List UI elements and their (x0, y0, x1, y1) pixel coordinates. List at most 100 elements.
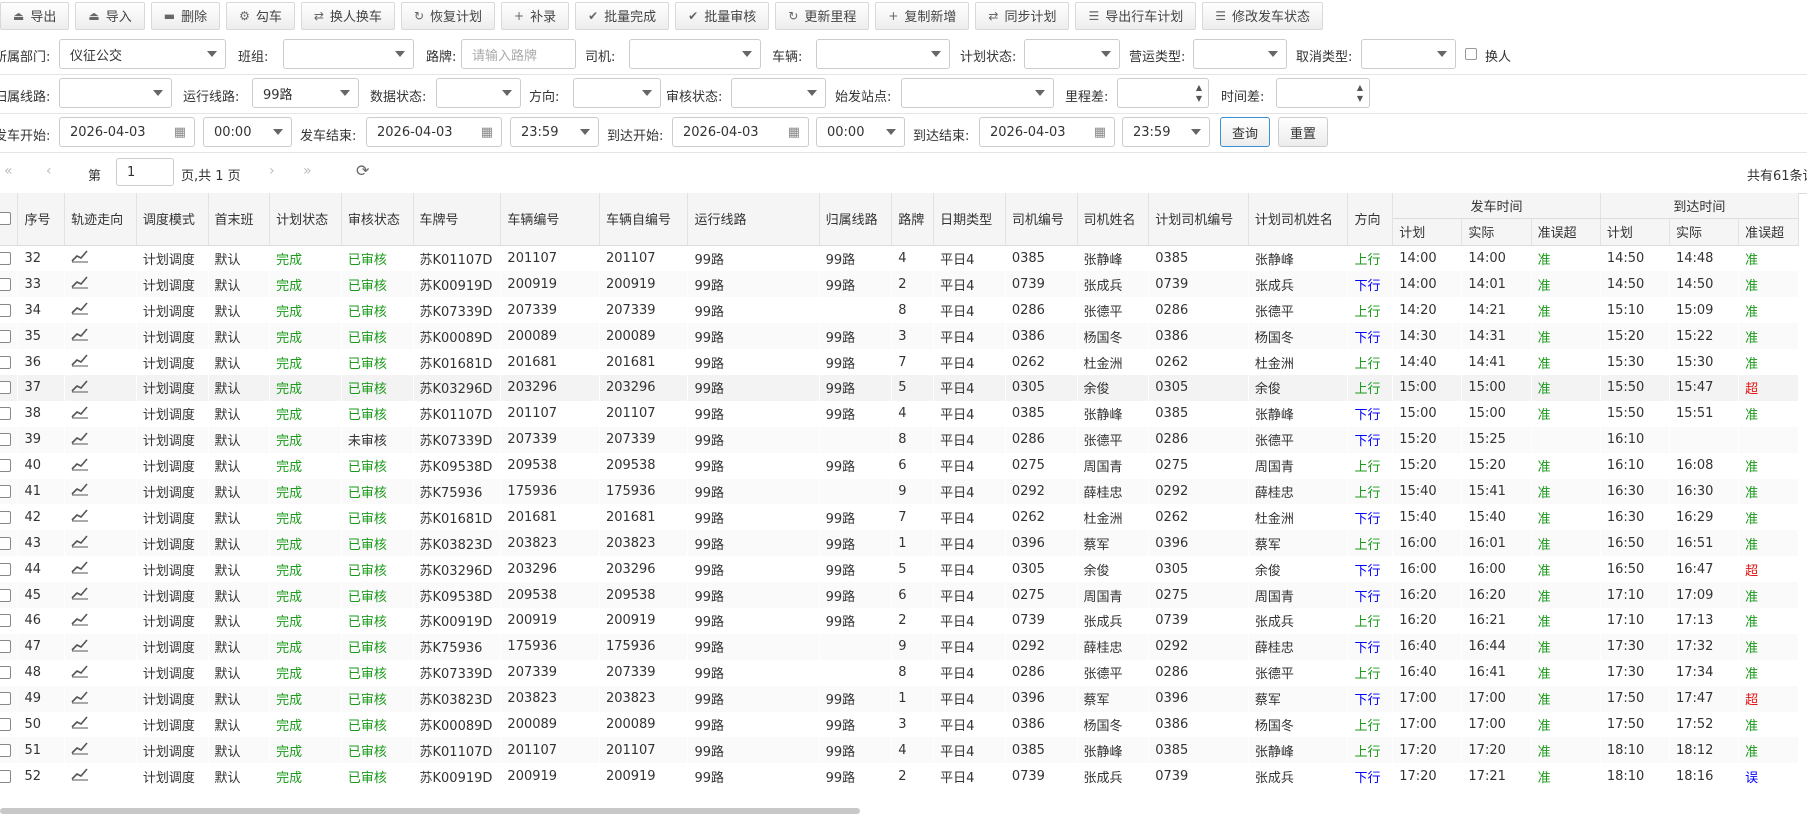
arrive-start-date[interactable]: 2026-04-03 ▦ (672, 117, 809, 147)
spinner-icon[interactable]: ▲ ▼ (1357, 82, 1363, 104)
trend-chart-icon[interactable] (71, 767, 89, 781)
row-checkbox[interactable] (0, 692, 11, 706)
row-select-cell[interactable] (0, 556, 18, 582)
row-select-cell[interactable] (0, 504, 18, 530)
arrive-end-date[interactable]: 2026-04-03 ▦ (979, 117, 1115, 147)
row-checkbox[interactable] (0, 459, 11, 473)
row-checkbox[interactable] (0, 381, 11, 395)
trend-chart-icon[interactable] (71, 457, 89, 471)
depart-start-time[interactable]: 00:00 (203, 117, 292, 147)
calendar-icon[interactable]: ▦ (174, 125, 186, 140)
track-cell[interactable] (65, 712, 137, 738)
row-checkbox[interactable] (0, 562, 11, 576)
toolbar-button-3[interactable]: ⚙ 勾车 (226, 1, 295, 30)
select-all-header[interactable] (0, 193, 19, 246)
data-status-select[interactable] (436, 78, 521, 108)
track-cell[interactable] (65, 271, 137, 297)
trend-chart-icon[interactable] (71, 715, 89, 729)
table-row[interactable]: 36 计划调度 默认 完成 已审核 苏K01681D 201681 201681 99路 99路 7… (0, 349, 1799, 375)
toolbar-button-11[interactable]: ⇄ 同步计划 (975, 1, 1070, 30)
trend-chart-icon[interactable] (71, 560, 89, 574)
table-row[interactable]: 34 计划调度 默认 完成 已审核 苏K07339D 207339 207339 99路 8 平日4… (0, 297, 1799, 323)
toolbar-button-0[interactable]: ⏏ 导出 (0, 1, 70, 30)
track-cell[interactable] (65, 479, 137, 505)
home-line-select[interactable] (59, 78, 172, 108)
trend-chart-icon[interactable] (71, 405, 89, 419)
row-checkbox[interactable] (0, 588, 11, 602)
start-station-select[interactable] (901, 78, 1054, 108)
calendar-icon[interactable]: ▦ (788, 125, 800, 140)
calendar-icon[interactable]: ▦ (481, 125, 493, 140)
row-select-cell[interactable] (0, 323, 18, 349)
trend-chart-icon[interactable] (71, 508, 89, 522)
run-line-select[interactable]: 99路 (252, 78, 359, 108)
trend-chart-icon[interactable] (71, 249, 89, 263)
trend-chart-icon[interactable] (71, 586, 89, 600)
row-select-cell[interactable] (0, 712, 18, 738)
team-select[interactable] (283, 39, 414, 69)
track-cell[interactable] (65, 427, 137, 453)
table-row[interactable]: 44 计划调度 默认 完成 已审核 苏K03296D 203296 203296 99路 99路 5… (0, 556, 1799, 582)
depart-end-time[interactable]: 23:59 (510, 117, 599, 147)
plate-input[interactable]: 请输入路牌 (461, 39, 576, 69)
row-checkbox[interactable] (0, 640, 11, 654)
table-row[interactable]: 47 计划调度 默认 完成 已审核 苏K75936 175936 175936 99路 9 平日4 0… (0, 633, 1799, 660)
page-input[interactable]: 1 (116, 158, 174, 186)
toolbar-button-7[interactable]: ✔ 批量完成 (575, 1, 670, 30)
row-checkbox[interactable] (0, 329, 11, 343)
table-row[interactable]: 49 计划调度 默认 完成 已审核 苏K03823D 203823 203823 99路 99路 1… (0, 685, 1799, 712)
track-cell[interactable] (65, 763, 137, 789)
table-row[interactable]: 41 计划调度 默认 完成 已审核 苏K75936 175936 175936 99路 9 平日4 0… (0, 478, 1799, 505)
row-checkbox[interactable] (0, 484, 11, 498)
toolbar-button-9[interactable]: ↻ 更新里程 (775, 1, 870, 30)
driver-select[interactable] (629, 39, 761, 69)
select-all-checkbox[interactable] (0, 212, 11, 226)
track-cell[interactable] (65, 737, 137, 763)
trend-chart-icon[interactable] (71, 379, 89, 393)
toolbar-button-4[interactable]: ⇄ 换人换车 (300, 1, 395, 30)
track-cell[interactable] (65, 634, 137, 660)
next-page-icon[interactable]: › (269, 163, 275, 179)
track-cell[interactable] (65, 504, 137, 530)
table-row[interactable]: 32 计划调度 默认 完成 已审核 苏K01107D 201107 201107 99路 99路 4… (0, 245, 1799, 271)
arrive-start-time[interactable]: 00:00 (816, 117, 905, 147)
trend-chart-icon[interactable] (71, 638, 89, 652)
table-row[interactable]: 39 计划调度 默认 完成 未审核 苏K07339D 207339 207339 99路 8 平日4… (0, 426, 1799, 453)
row-checkbox[interactable] (0, 510, 11, 524)
row-select-cell[interactable] (0, 401, 18, 427)
trend-chart-icon[interactable] (71, 275, 89, 289)
track-cell[interactable] (65, 297, 137, 323)
row-checkbox[interactable] (0, 536, 11, 550)
depart-start-date[interactable]: 2026-04-03 ▦ (59, 117, 195, 147)
row-checkbox[interactable] (0, 277, 11, 291)
table-row[interactable]: 33 计划调度 默认 完成 已审核 苏K00919D 200919 200919 99路 99路 2… (0, 271, 1799, 298)
table-row[interactable]: 37 计划调度 默认 完成 已审核 苏K03296D 203296 203296 99路 99路 5… (0, 374, 1799, 401)
table-row[interactable]: 51 计划调度 默认 完成 已审核 苏K01107D 201107 201107 99路 99路 4… (0, 737, 1799, 764)
plan-status-select[interactable] (1024, 39, 1120, 69)
track-cell[interactable] (65, 375, 137, 401)
track-cell[interactable] (65, 530, 137, 556)
toolbar-button-5[interactable]: ↻ 恢复计划 (400, 1, 496, 30)
row-select-cell[interactable] (0, 608, 18, 634)
prev-page-icon[interactable]: ‹ (46, 163, 52, 179)
spinner-icon[interactable]: ▲ ▼ (1196, 82, 1202, 104)
toolbar-button-8[interactable]: ✔ 批量审核 (675, 1, 770, 30)
toolbar-button-1[interactable]: ⏏ 导入 (75, 1, 145, 30)
trend-chart-icon[interactable] (71, 664, 89, 678)
trend-chart-icon[interactable] (71, 301, 89, 315)
row-select-cell[interactable] (0, 737, 18, 763)
track-cell[interactable] (65, 608, 137, 634)
table-row[interactable]: 38 计划调度 默认 完成 已审核 苏K01107D 201107 201107 99路 99路 4… (0, 401, 1799, 427)
reload-icon[interactable]: ⟳ (356, 161, 369, 180)
toolbar-button-12[interactable]: ☰ 导出行车计划 (1075, 1, 1197, 30)
op-type-select[interactable] (1193, 39, 1287, 69)
row-select-cell[interactable] (0, 634, 18, 660)
row-select-cell[interactable] (0, 582, 18, 608)
row-select-cell[interactable] (0, 245, 18, 271)
row-select-cell[interactable] (0, 427, 18, 453)
row-select-cell[interactable] (0, 349, 18, 375)
table-row[interactable]: 35 计划调度 默认 完成 已审核 苏K00089D 200089 200089 99路 99路 3… (0, 323, 1799, 350)
row-select-cell[interactable] (0, 763, 18, 789)
calendar-icon[interactable]: ▦ (1094, 125, 1106, 140)
row-checkbox[interactable] (0, 769, 11, 783)
